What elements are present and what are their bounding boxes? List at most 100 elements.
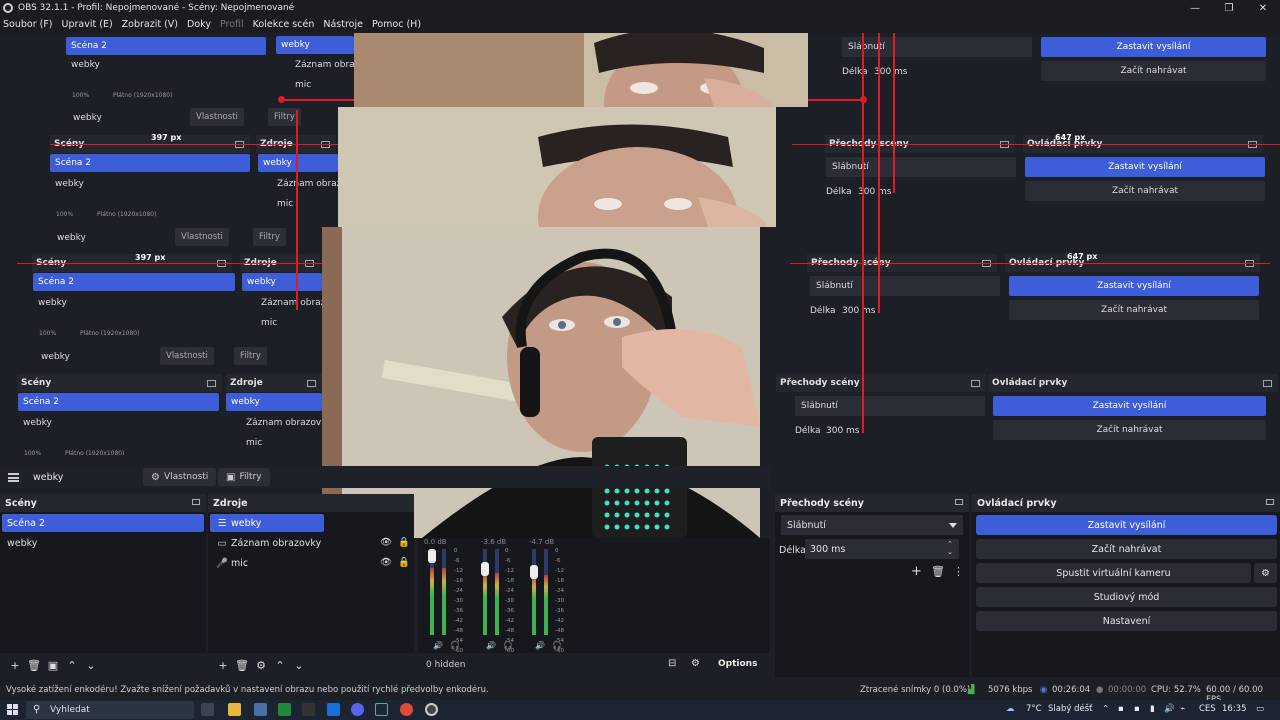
headphones-icon[interactable]: 🎧: [552, 641, 562, 650]
meter-scale-label: -48: [555, 628, 564, 634]
menu-help[interactable]: Pomoc (H): [372, 19, 421, 30]
properties-button[interactable]: ⚙ Vlastnosti: [143, 468, 217, 486]
volume-icon[interactable]: 🔊: [1164, 704, 1175, 714]
gear-icon[interactable]: ⚙: [252, 656, 270, 674]
steam-icon[interactable]: [375, 703, 388, 716]
clock[interactable]: 16:35: [1222, 704, 1247, 714]
app-icon[interactable]: [327, 703, 340, 716]
discord-icon[interactable]: [351, 703, 364, 716]
lock-icon[interactable]: 🔒: [398, 537, 410, 548]
move-down-icon[interactable]: ⌄: [82, 656, 100, 674]
source-item[interactable]: ☰ webky: [210, 514, 324, 532]
menu-tools[interactable]: Nástroje: [323, 19, 363, 30]
task-view-icon[interactable]: [201, 703, 214, 716]
source-item[interactable]: ▭ Záznam obrazovky 👁 🔒: [210, 534, 412, 552]
speaker-icon[interactable]: 🔊: [535, 641, 545, 650]
ghost-px-label-left-3: 397 px: [135, 253, 166, 262]
stop-streaming-button[interactable]: Zastavit vysílání: [976, 515, 1277, 535]
meter-scale-label: -30: [454, 598, 463, 604]
minimize-button[interactable]: —: [1178, 0, 1212, 16]
filters-button[interactable]: ▣ Filtry: [218, 468, 270, 486]
tray-chevron-icon[interactable]: ⌃: [1102, 704, 1109, 714]
maximize-button[interactable]: ❐: [1212, 0, 1246, 16]
menu-bar: Soubor (F) Upravit (E) Zobrazit (V) Doky…: [0, 16, 1280, 33]
virtual-camera-settings-button[interactable]: ⚙: [1254, 563, 1277, 583]
volume-slider[interactable]: [428, 549, 436, 563]
close-button[interactable]: ✕: [1246, 0, 1280, 16]
obs-icon[interactable]: [425, 703, 438, 716]
settings-button[interactable]: Nastavení: [976, 611, 1277, 631]
speaker-icon[interactable]: 🔊: [486, 641, 496, 650]
filter-icon[interactable]: ▣: [44, 656, 62, 674]
volume-slider[interactable]: [530, 565, 538, 579]
notifications-icon[interactable]: ▭: [1256, 704, 1264, 714]
layout-icon[interactable]: ⊟: [668, 658, 676, 669]
ghost-scene-name: webky: [73, 113, 102, 123]
menu-view[interactable]: Zobrazit (V): [122, 19, 178, 30]
menu-profile[interactable]: Profil: [220, 19, 244, 30]
menu-scene-collection[interactable]: Kolekce scén: [253, 19, 315, 30]
trash-icon[interactable]: 🗑: [931, 565, 945, 578]
meter-level: [430, 568, 434, 635]
tray-app-icon[interactable]: ▪: [1118, 704, 1124, 714]
meter-scale-label: -6: [555, 558, 561, 564]
move-up-icon[interactable]: ⌃: [271, 656, 289, 674]
start-virtual-camera-button[interactable]: Spustit virtuální kameru: [976, 563, 1251, 583]
undock-icon[interactable]: [192, 499, 200, 505]
start-recording-button[interactable]: Začít nahrávat: [976, 539, 1277, 559]
chrome-icon[interactable]: [400, 703, 413, 716]
studio-mode-button[interactable]: Studiový mód: [976, 587, 1277, 607]
add-icon[interactable]: +: [6, 656, 24, 674]
menu-file[interactable]: Soubor (F): [3, 19, 53, 30]
eye-icon[interactable]: 👁: [380, 537, 392, 548]
spin-arrows-icon[interactable]: ⌃ ⌄: [947, 540, 953, 556]
record-icon: ●: [1096, 685, 1104, 695]
scenes-title-text: Scény: [5, 498, 37, 509]
more-options-icon[interactable]: ⋮: [953, 565, 964, 578]
taskbar-search[interactable]: ⚲ Vyhledat: [26, 701, 194, 719]
transition-select[interactable]: Slábnutí: [781, 515, 963, 535]
trash-icon[interactable]: 🗑: [25, 656, 43, 674]
app-icon[interactable]: [254, 703, 267, 716]
controls-title: Ovládací prvky: [972, 494, 1280, 512]
network-icon[interactable]: ⌁: [1180, 704, 1185, 714]
move-down-icon[interactable]: ⌄: [290, 656, 308, 674]
duration-spinbox[interactable]: 300 ms ⌃ ⌄: [805, 539, 959, 559]
menu-docks[interactable]: Doky: [187, 19, 211, 30]
move-up-icon[interactable]: ⌃: [63, 656, 81, 674]
controls-title-text: Ovládací prvky: [977, 498, 1057, 509]
headphones-icon[interactable]: 🎧: [503, 641, 513, 650]
scenes-title: Scény: [0, 494, 206, 512]
app-icon[interactable]: [302, 703, 315, 716]
monitor-icon: ▭: [217, 538, 227, 549]
source-item[interactable]: 🎤 mic 👁 🔒: [210, 554, 412, 572]
weather-temp: 7°C: [1026, 704, 1042, 714]
volume-slider[interactable]: [481, 562, 489, 576]
undock-icon[interactable]: [955, 499, 963, 505]
ghost-start-record-2: Začít nahrávat: [1025, 181, 1265, 201]
lock-icon[interactable]: 🔒: [398, 557, 410, 568]
advanced-audio-icon[interactable]: ⚙: [691, 658, 700, 669]
speaker-icon[interactable]: 🔊: [433, 641, 443, 650]
add-icon[interactable]: +: [214, 656, 232, 674]
scene-item[interactable]: Scéna 2: [2, 514, 204, 532]
options-button[interactable]: Options: [718, 659, 757, 669]
tray-app-icon[interactable]: ▪: [1134, 704, 1140, 714]
file-explorer-icon[interactable]: [228, 703, 241, 716]
add-icon[interactable]: +: [911, 564, 922, 579]
menu-edit[interactable]: Upravit (E): [62, 19, 113, 30]
guide-line: [296, 110, 298, 310]
language-indicator[interactable]: CES: [1199, 704, 1216, 714]
scene-item[interactable]: webky: [2, 534, 204, 552]
excel-icon[interactable]: [278, 703, 291, 716]
battery-icon[interactable]: ▮: [1150, 704, 1155, 714]
scene-transitions-dock: Přechody scény Slábnutí Délka 300 ms ⌃ ⌄ …: [775, 494, 969, 677]
undock-icon[interactable]: [1266, 499, 1274, 505]
headphones-icon[interactable]: 🎧: [450, 641, 460, 650]
meter-scale-label: -18: [555, 578, 564, 584]
trash-icon[interactable]: 🗑: [233, 656, 251, 674]
windows-start-icon[interactable]: [7, 704, 18, 715]
eye-icon[interactable]: 👁: [380, 557, 392, 568]
ghost-source-webky-3: webky: [242, 273, 322, 291]
ghost-zoom-3: 100%: [39, 330, 57, 337]
